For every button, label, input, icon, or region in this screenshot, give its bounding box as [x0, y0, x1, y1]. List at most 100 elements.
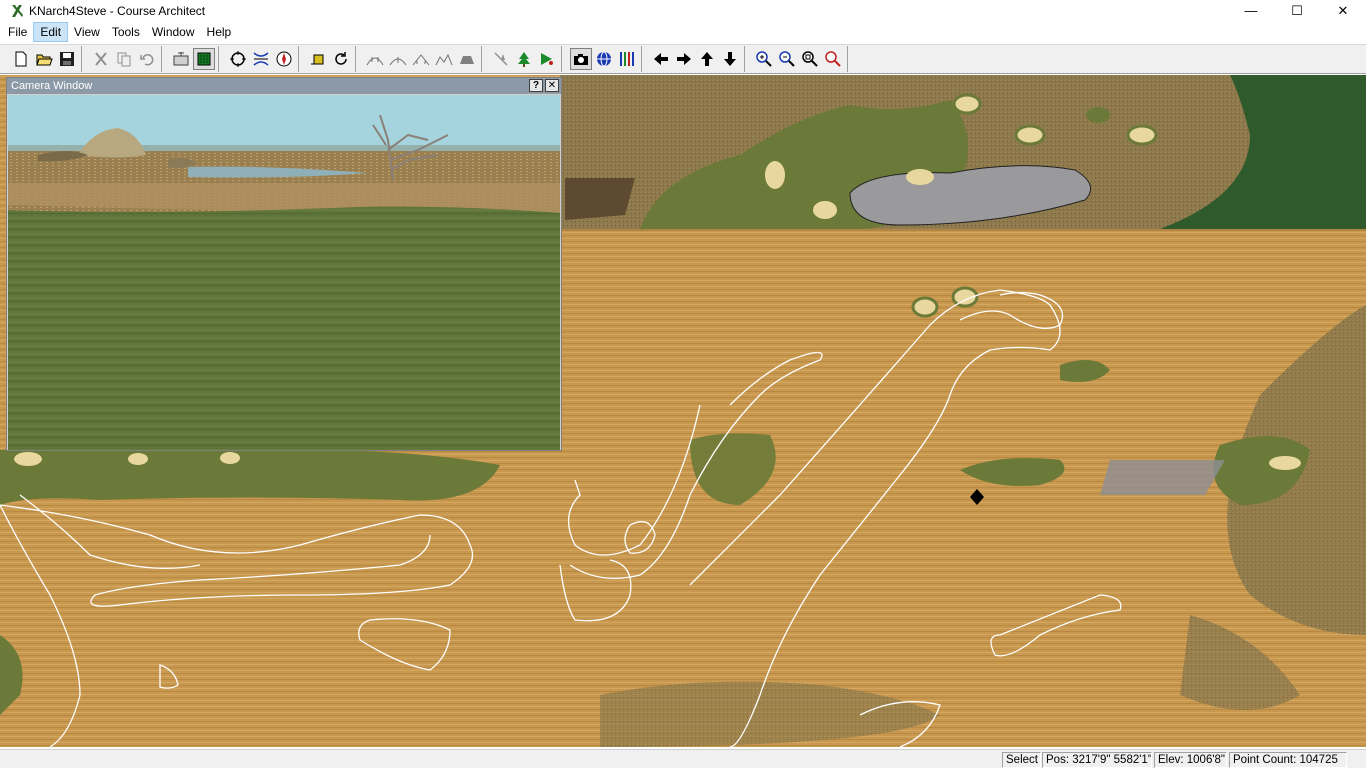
status-mode: Select — [1002, 752, 1041, 768]
camera-window[interactable]: Camera Window ? ✕ — [6, 77, 562, 451]
object-place-icon — [540, 53, 553, 65]
object-place-button[interactable] — [536, 48, 558, 70]
menu-help[interactable]: Help — [201, 22, 238, 42]
compass-icon — [276, 51, 291, 67]
flatten-terrain-button[interactable] — [433, 48, 455, 70]
zoom-red-icon — [824, 51, 841, 67]
smooth-terrain-button[interactable] — [387, 48, 409, 70]
new-file-button[interactable] — [10, 48, 32, 70]
app-logo-icon — [12, 4, 23, 17]
camera-window-title: Camera Window — [11, 80, 93, 92]
pan-left-button[interactable] — [650, 48, 672, 70]
zoom-in-button[interactable] — [753, 48, 775, 70]
bars-button[interactable] — [616, 48, 638, 70]
copy-button[interactable] — [113, 48, 135, 70]
view-tools — [166, 46, 219, 72]
undo-button[interactable] — [136, 48, 158, 70]
new-file-icon — [15, 51, 26, 67]
arrow-up-icon — [700, 52, 713, 66]
globe-icon — [596, 51, 611, 67]
camera-3d-view[interactable] — [8, 95, 560, 450]
minimize-button[interactable]: — — [1228, 0, 1274, 21]
open-folder-icon — [35, 54, 53, 66]
arrow-left-icon — [653, 53, 668, 65]
camera-help-button[interactable]: ? — [529, 79, 543, 92]
camera-window-titlebar[interactable]: Camera Window ? ✕ — [7, 78, 561, 94]
title-bar: KNarch4Steve - Course Architect — ☐ ✕ — [0, 0, 1366, 21]
edit-tools — [86, 46, 162, 72]
select-circle-icon — [229, 51, 246, 67]
terrain-tool-icon — [459, 56, 474, 64]
pan-right-button[interactable] — [673, 48, 695, 70]
yellow-square-icon — [310, 54, 323, 65]
menu-file[interactable]: File — [2, 22, 33, 42]
object-tools — [486, 46, 562, 72]
zoom-fit-icon — [801, 51, 818, 67]
lower-terrain-button[interactable] — [410, 48, 432, 70]
cut-icon — [94, 52, 107, 66]
save-button[interactable] — [56, 48, 78, 70]
globe-button[interactable] — [593, 48, 615, 70]
zoom-in-icon — [755, 51, 772, 67]
zoom-out-button[interactable] — [776, 48, 798, 70]
tree-remove-button[interactable] — [490, 48, 512, 70]
pan-up-button[interactable] — [696, 48, 718, 70]
file-tools — [6, 46, 82, 72]
camera-scene — [8, 95, 560, 450]
copy-icon — [117, 52, 130, 67]
split-button[interactable] — [250, 48, 272, 70]
pan-down-button[interactable] — [719, 48, 741, 70]
raise-terrain-button[interactable] — [364, 48, 386, 70]
status-elevation: Elev: 1006'8" — [1154, 752, 1227, 768]
render-tools — [566, 46, 642, 72]
status-bar: Select Pos: 3217'9" 5582'1" Elev: 1006'8… — [0, 749, 1366, 768]
maximize-button[interactable]: ☐ — [1274, 0, 1320, 21]
grid-view-button[interactable] — [170, 48, 192, 70]
zoom-tools — [749, 46, 848, 72]
compass-button[interactable] — [273, 48, 295, 70]
split-icon — [253, 52, 268, 66]
bars-icon — [619, 52, 634, 66]
arrow-down-icon — [723, 52, 736, 66]
window-title: KNarch4Steve - Course Architect — [29, 3, 206, 18]
cut-button[interactable] — [90, 48, 112, 70]
zoom-out-icon — [778, 51, 795, 67]
close-window-button[interactable]: ✕ — [1320, 0, 1366, 21]
grid-view-icon — [173, 52, 188, 66]
raise-terrain-icon — [366, 57, 383, 66]
menu-edit[interactable]: Edit — [33, 22, 69, 42]
tree-remove-icon — [493, 52, 508, 66]
status-position: Pos: 3217'9" 5582'1" — [1042, 752, 1152, 768]
yellow-square-button[interactable] — [307, 48, 329, 70]
navigation-tools — [646, 46, 745, 72]
zoom-fit-button[interactable] — [799, 48, 821, 70]
menu-window[interactable]: Window — [146, 22, 201, 42]
zoom-reset-button[interactable] — [822, 48, 844, 70]
shape-tools — [303, 46, 356, 72]
smooth-terrain-icon — [389, 57, 406, 66]
undo-icon — [139, 54, 153, 66]
menu-view[interactable]: View — [68, 22, 106, 42]
lower-terrain-icon — [412, 54, 429, 66]
terrain-tool-button[interactable] — [456, 48, 478, 70]
status-point-count: Point Count: 104725 — [1229, 752, 1347, 768]
open-button[interactable] — [33, 48, 55, 70]
tree-button[interactable] — [513, 48, 535, 70]
green-grid-button[interactable] — [192, 48, 215, 70]
camera-close-button[interactable]: ✕ — [545, 79, 559, 92]
rotate-button[interactable] — [330, 48, 352, 70]
camera-icon — [573, 54, 588, 65]
rotate-icon — [334, 52, 347, 65]
arrow-right-icon — [676, 53, 691, 65]
menu-tools[interactable]: Tools — [106, 22, 146, 42]
flatten-terrain-icon — [435, 53, 452, 66]
menu-bar: File Edit View Tools Window Help — [0, 22, 1366, 42]
select-tools — [223, 46, 299, 72]
green-grid-icon — [197, 52, 210, 66]
save-icon — [59, 52, 74, 66]
toolbar — [0, 44, 1366, 74]
select-button[interactable] — [227, 48, 249, 70]
terrain-tools — [360, 46, 482, 72]
tree-icon — [517, 52, 530, 67]
camera-button[interactable] — [569, 48, 592, 70]
